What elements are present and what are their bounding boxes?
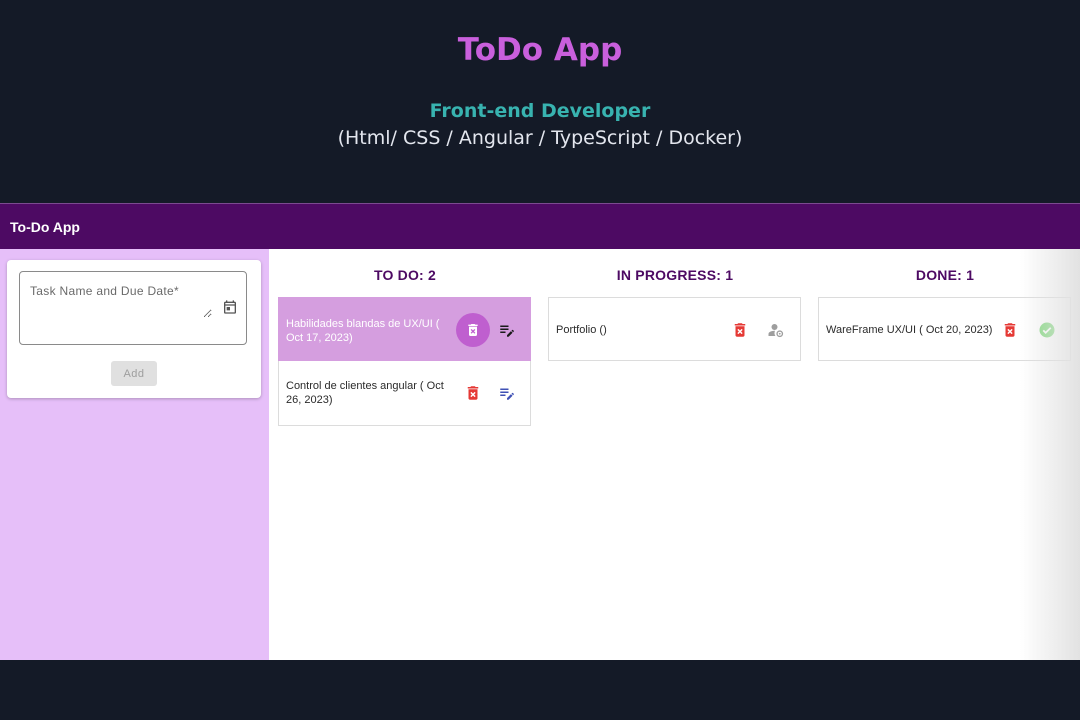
todo-app-window: To-Do App Add TO DO: 2 Habilidades bland… xyxy=(0,203,1080,660)
calendar-icon[interactable] xyxy=(222,299,238,315)
task-board: TO DO: 2 Habilidades blandas de UX/UI ( … xyxy=(269,249,1080,660)
in-progress-column-header: IN PROGRESS: 1 xyxy=(616,267,734,283)
hero-role: Front-end Developer xyxy=(429,100,651,122)
check-circle-icon[interactable] xyxy=(1038,321,1056,339)
task-card[interactable]: Control de clientes angular ( Oct 26, 20… xyxy=(278,361,531,426)
person-settings-icon[interactable] xyxy=(767,321,785,339)
hero-title: ToDo App xyxy=(457,32,623,68)
delete-icon[interactable] xyxy=(731,321,749,339)
task-card[interactable]: Habilidades blandas de UX/UI ( Oct 17, 2… xyxy=(278,297,531,361)
hero-stack: (Html/ CSS / Angular / TypeScript / Dock… xyxy=(337,127,743,149)
task-text: Habilidades blandas de UX/UI ( Oct 17, 2… xyxy=(286,318,440,344)
delete-icon[interactable] xyxy=(1001,321,1019,339)
toolbar-title: To-Do App xyxy=(10,219,80,235)
task-field xyxy=(19,271,247,345)
app-toolbar: To-Do App xyxy=(0,203,1080,249)
delete-button[interactable] xyxy=(456,313,490,347)
add-button[interactable]: Add xyxy=(111,361,157,386)
delete-icon xyxy=(468,324,478,336)
task-form-card: Add xyxy=(7,260,261,398)
task-name-input[interactable] xyxy=(30,284,212,318)
task-text: Portfolio () xyxy=(556,324,607,336)
task-text: Control de clientes angular ( Oct 26, 20… xyxy=(286,380,444,406)
sidebar: Add xyxy=(0,249,269,660)
task-card[interactable]: Portfolio () xyxy=(548,297,801,361)
todo-column-header: TO DO: 2 xyxy=(373,267,437,283)
task-text: WareFrame UX/UI ( Oct 20, 2023) xyxy=(826,324,993,336)
edit-list-icon[interactable] xyxy=(498,321,516,339)
delete-icon[interactable] xyxy=(464,384,482,402)
edit-list-icon[interactable] xyxy=(498,384,516,402)
done-column-header: DONE: 1 xyxy=(915,267,975,283)
task-card[interactable]: WareFrame UX/UI ( Oct 20, 2023) xyxy=(818,297,1071,361)
